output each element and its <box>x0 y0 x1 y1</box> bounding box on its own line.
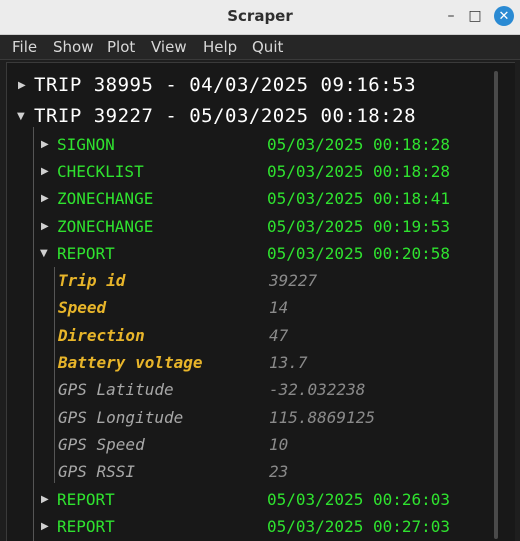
event-name: CHECKLIST <box>57 161 144 181</box>
vertical-scrollbar[interactable] <box>494 71 498 539</box>
field-name: GPS Latitude <box>58 379 174 399</box>
event-node[interactable]: ▶ ZONECHANGE 05/03/2025 00:18:41 <box>7 185 487 211</box>
triangle-right-icon[interactable]: ▶ <box>18 80 26 91</box>
field-row[interactable]: Direction 47 <box>7 322 487 348</box>
field-value: 39227 <box>269 270 318 290</box>
trip-label: TRIP 38995 - 04/03/2025 09:16:53 <box>34 74 417 96</box>
trip-label: TRIP 39227 - 05/03/2025 00:18:28 <box>34 105 417 127</box>
trip-node[interactable]: ▼ TRIP 39227 - 05/03/2025 00:18:28 <box>7 103 487 129</box>
tree-view: ▶ TRIP 38995 - 04/03/2025 09:16:53 ▼ TRI… <box>6 62 515 541</box>
triangle-right-icon[interactable]: ▶ <box>41 139 49 150</box>
event-name: REPORT <box>57 489 115 509</box>
title-bar: Scraper – □ ✕ <box>0 0 520 35</box>
event-time: 05/03/2025 00:27:03 <box>267 516 451 536</box>
event-time: 05/03/2025 00:18:28 <box>267 134 451 154</box>
close-icon[interactable]: ✕ <box>494 6 514 26</box>
menu-show[interactable]: Show <box>53 38 93 56</box>
minimize-icon[interactable]: – <box>442 7 460 25</box>
triangle-down-icon[interactable]: ▼ <box>40 248 48 259</box>
field-row[interactable]: GPS Longitude 115.8869125 <box>7 404 487 430</box>
event-time: 05/03/2025 00:26:03 <box>267 489 451 509</box>
menu-plot[interactable]: Plot <box>107 38 135 56</box>
field-value: 115.8869125 <box>269 407 375 427</box>
event-node[interactable]: ▶ CHECKLIST 05/03/2025 00:18:28 <box>7 158 487 184</box>
event-time: 05/03/2025 00:18:28 <box>267 161 451 181</box>
event-name: REPORT <box>57 516 115 536</box>
event-node[interactable]: ▶ REPORT 05/03/2025 00:27:03 <box>7 513 487 539</box>
field-row[interactable]: Speed 14 <box>7 294 487 320</box>
field-name: Speed <box>58 297 107 317</box>
menu-bar: File Show Plot View Help Quit <box>0 35 520 60</box>
field-name: Direction <box>58 325 145 345</box>
field-row[interactable]: Battery voltage 13.7 <box>7 349 487 375</box>
event-node[interactable]: ▼ REPORT 05/03/2025 00:20:58 <box>7 240 487 266</box>
triangle-right-icon[interactable]: ▶ <box>41 521 49 532</box>
field-row[interactable]: GPS Speed 10 <box>7 431 487 457</box>
triangle-down-icon[interactable]: ▼ <box>17 111 25 122</box>
event-node[interactable]: ▶ SIGNON 05/03/2025 00:18:28 <box>7 131 487 157</box>
menu-view[interactable]: View <box>151 38 187 56</box>
field-row[interactable]: Trip id 39227 <box>7 267 487 293</box>
event-node[interactable]: ▶ REPORT 05/03/2025 00:26:03 <box>7 486 487 512</box>
field-name: GPS RSSI <box>58 461 136 481</box>
event-time: 05/03/2025 00:20:58 <box>267 243 451 263</box>
event-time: 05/03/2025 00:18:41 <box>267 188 451 208</box>
field-name: Battery voltage <box>58 352 203 372</box>
field-name: GPS Speed <box>58 434 145 454</box>
event-node[interactable]: ▶ ZONECHANGE 05/03/2025 00:19:53 <box>7 213 487 239</box>
menu-file[interactable]: File <box>12 38 37 56</box>
triangle-right-icon[interactable]: ▶ <box>41 221 49 232</box>
field-value: 13.7 <box>269 352 308 372</box>
field-name: Trip id <box>58 270 126 290</box>
event-name: SIGNON <box>57 134 115 154</box>
field-row[interactable]: GPS RSSI 23 <box>7 458 487 484</box>
trip-node[interactable]: ▶ TRIP 38995 - 04/03/2025 09:16:53 <box>7 72 487 98</box>
event-name: ZONECHANGE <box>57 216 154 236</box>
field-value: -32.032238 <box>269 379 366 399</box>
maximize-icon[interactable]: □ <box>466 7 484 25</box>
field-value: 10 <box>269 434 289 454</box>
triangle-right-icon[interactable]: ▶ <box>41 193 49 204</box>
menu-quit[interactable]: Quit <box>252 38 283 56</box>
field-value: 47 <box>269 325 289 345</box>
field-value: 14 <box>269 297 289 317</box>
field-name: GPS Longitude <box>58 407 184 427</box>
event-name: REPORT <box>57 243 115 263</box>
field-value: 23 <box>269 461 289 481</box>
triangle-right-icon[interactable]: ▶ <box>41 166 49 177</box>
menu-help[interactable]: Help <box>203 38 237 56</box>
triangle-right-icon[interactable]: ▶ <box>41 494 49 505</box>
event-name: ZONECHANGE <box>57 188 154 208</box>
field-row[interactable]: GPS Latitude -32.032238 <box>7 376 487 402</box>
event-time: 05/03/2025 00:19:53 <box>267 216 451 236</box>
